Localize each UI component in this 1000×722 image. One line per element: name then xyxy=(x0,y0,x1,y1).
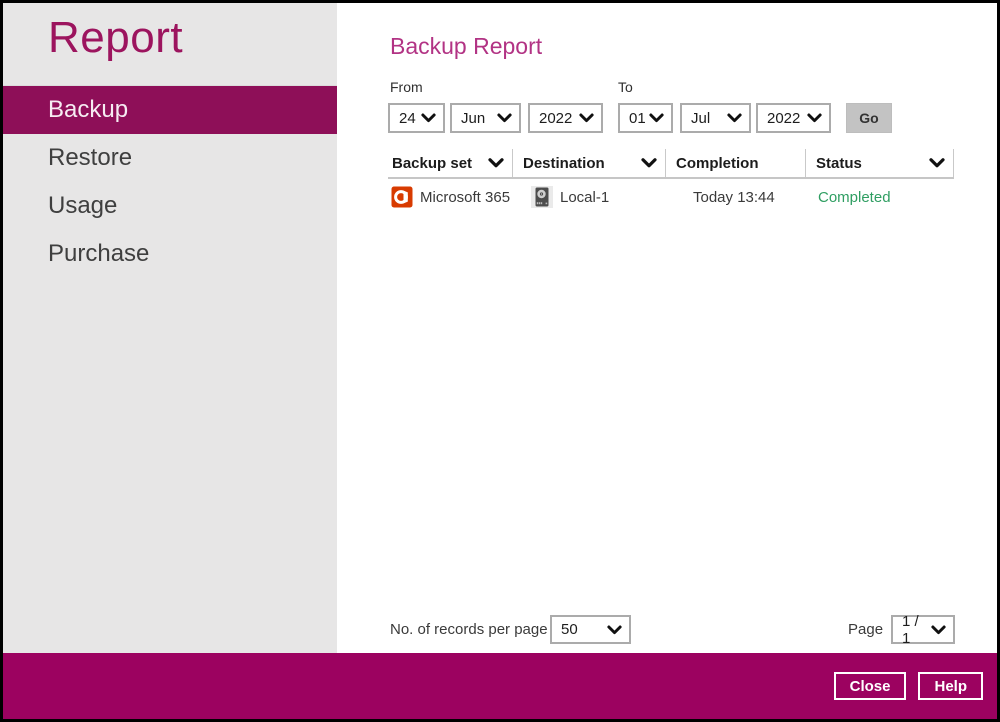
chevron-down-icon xyxy=(929,158,945,168)
chevron-down-icon xyxy=(807,113,822,123)
sidebar-item-label: Backup xyxy=(48,96,128,123)
sidebar-title: Report xyxy=(3,3,337,86)
destination-name: Local-1 xyxy=(560,189,609,206)
sidebar-item-label: Restore xyxy=(48,144,132,171)
table-row[interactable]: Microsoft 365 ... Local-1 Today 13:44 xyxy=(388,183,954,211)
sidebar-item-purchase[interactable]: Purchase xyxy=(3,230,337,278)
page-select[interactable]: 1 / 1 xyxy=(891,615,955,644)
to-month-select[interactable]: Jul xyxy=(680,103,751,133)
chevron-down-icon xyxy=(649,113,664,123)
column-header-completion[interactable]: Completion xyxy=(666,149,806,177)
sidebar-item-label: Usage xyxy=(48,192,117,219)
chevron-down-icon xyxy=(497,113,512,123)
page-title: Backup Report xyxy=(390,33,542,60)
column-header-backup-set[interactable]: Backup set xyxy=(388,149,513,177)
records-per-page-value: 50 xyxy=(561,621,607,638)
from-month-select[interactable]: Jun xyxy=(450,103,521,133)
go-button[interactable]: Go xyxy=(846,103,892,133)
from-day-select[interactable]: 24 xyxy=(388,103,445,133)
completion-time: Today 13:44 xyxy=(693,189,775,206)
main-content: Backup Report From To 24 Jun 2022 01 Jul… xyxy=(337,3,997,653)
chevron-down-icon xyxy=(607,625,622,635)
status-badge: Completed xyxy=(818,189,891,206)
from-year-select[interactable]: 2022 xyxy=(528,103,603,133)
hard-drive-icon xyxy=(531,186,553,208)
page-label: Page xyxy=(848,615,883,644)
backup-set-name: Microsoft 365 ... xyxy=(420,189,513,206)
sidebar-item-label: Purchase xyxy=(48,240,149,267)
records-per-page-label: No. of records per page xyxy=(390,615,548,644)
sidebar-item-usage[interactable]: Usage xyxy=(3,182,337,230)
from-day-value: 24 xyxy=(399,110,421,127)
sidebar: Report Backup Restore Usage Purchase xyxy=(3,3,337,653)
sidebar-item-restore[interactable]: Restore xyxy=(3,134,337,182)
help-button[interactable]: Help xyxy=(918,672,983,700)
chevron-down-icon xyxy=(488,158,504,168)
from-year-value: 2022 xyxy=(539,110,579,127)
table-header: Backup set Destination Completion Status xyxy=(388,149,954,179)
chevron-down-icon xyxy=(931,625,946,635)
chevron-down-icon xyxy=(421,113,436,123)
close-button[interactable]: Close xyxy=(834,672,907,700)
footer-bar: Close Help xyxy=(3,653,997,719)
column-header-status[interactable]: Status xyxy=(806,149,954,177)
to-day-select[interactable]: 01 xyxy=(618,103,673,133)
to-year-value: 2022 xyxy=(767,110,807,127)
chevron-down-icon xyxy=(641,158,657,168)
to-label: To xyxy=(618,79,633,95)
to-month-value: Jul xyxy=(691,110,727,127)
report-window: Report Backup Restore Usage Purchase Bac… xyxy=(0,0,1000,722)
from-label: From xyxy=(390,79,423,95)
to-day-value: 01 xyxy=(629,110,649,127)
records-per-page-select[interactable]: 50 xyxy=(550,615,631,644)
chevron-down-icon xyxy=(579,113,594,123)
microsoft-365-icon xyxy=(391,186,413,208)
sidebar-item-backup[interactable]: Backup xyxy=(3,86,337,134)
chevron-down-icon xyxy=(727,113,742,123)
column-header-destination[interactable]: Destination xyxy=(513,149,666,177)
to-year-select[interactable]: 2022 xyxy=(756,103,831,133)
from-month-value: Jun xyxy=(461,110,497,127)
page-value: 1 / 1 xyxy=(902,613,931,647)
